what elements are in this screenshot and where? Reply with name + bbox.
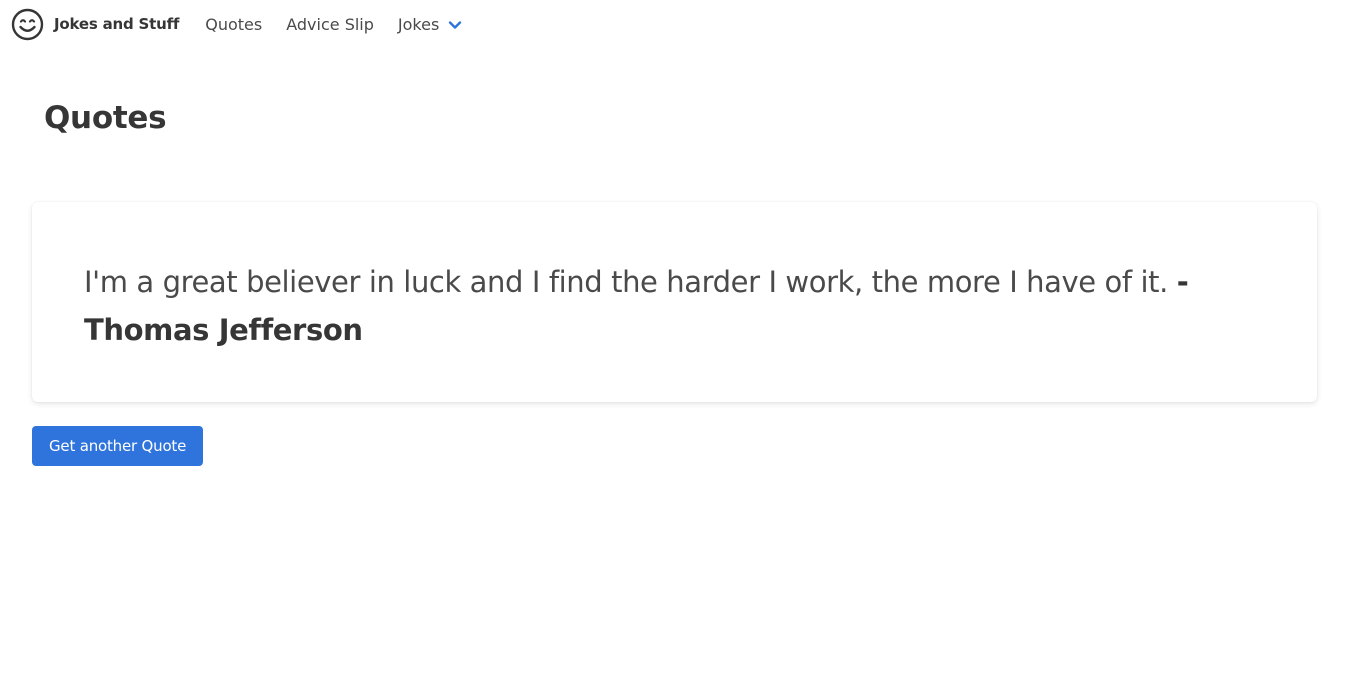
quote-author: Thomas Jefferson — [84, 313, 363, 347]
brand-link[interactable]: Jokes and Stuff — [11, 8, 179, 41]
navbar: Jokes and Stuff Quotes Advice Slip Jokes — [0, 0, 1366, 48]
quote-separator: - — [1176, 265, 1189, 299]
nav-item-label: Jokes — [397, 14, 440, 34]
quote-block: I'm a great believer in luck and I find … — [84, 258, 1265, 354]
nav-item-quotes[interactable]: Quotes — [193, 15, 274, 34]
nav-item-jokes-dropdown[interactable]: Jokes — [386, 15, 474, 34]
quote-text: I'm a great believer in luck and I find … — [84, 265, 1168, 299]
chevron-down-icon — [448, 17, 462, 31]
nav-item-label: Quotes — [205, 14, 263, 34]
brand-label: Jokes and Stuff — [54, 15, 180, 33]
quote-card: I'm a great believer in luck and I find … — [32, 202, 1317, 402]
get-another-quote-button[interactable]: Get another Quote — [32, 426, 204, 466]
page-title: Quotes — [44, 100, 167, 136]
nav-item-label: Advice Slip — [286, 14, 374, 34]
nav-item-advice-slip[interactable]: Advice Slip — [274, 15, 386, 34]
smiley-face-icon — [11, 8, 44, 41]
